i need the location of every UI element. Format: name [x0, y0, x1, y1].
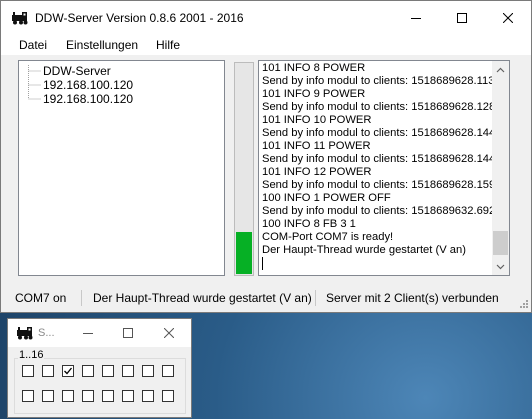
- maximize-icon: [457, 13, 467, 23]
- minimize-icon: [411, 18, 421, 19]
- server-tree[interactable]: DDW-Server 192.168.100.120 192.168.100.1…: [18, 60, 225, 276]
- menu-hilfe[interactable]: Hilfe: [156, 38, 180, 52]
- log-scrollbar[interactable]: [492, 61, 509, 275]
- feedback-checkbox-8[interactable]: [162, 365, 174, 377]
- scroll-down-button[interactable]: [492, 258, 509, 275]
- scroll-up-button[interactable]: [492, 61, 509, 78]
- menu-einstellungen[interactable]: Einstellungen: [66, 38, 138, 52]
- minimize-button[interactable]: [393, 1, 439, 35]
- title-bar[interactable]: DDW-Server Version 0.8.6 2001 - 2016: [1, 1, 531, 35]
- log-line: 100 INFO 8 FB 3 1: [262, 218, 356, 230]
- locomotive-icon: [17, 327, 33, 340]
- text-caret-row: [262, 257, 492, 270]
- log-line: 101 INFO 10 POWER: [262, 114, 372, 126]
- log-textarea[interactable]: 101 INFO 8 POWER Send by info modul to cl…: [258, 60, 510, 276]
- feedback-title-bar[interactable]: S...: [8, 319, 191, 347]
- log-line: Send by info modul to clients: 151868962…: [262, 101, 496, 113]
- log-line: Der Haupt-Thread wurde gestartet (V an): [262, 244, 466, 256]
- log-line: 101 INFO 12 POWER: [262, 166, 372, 178]
- feedback-checkbox-1[interactable]: [22, 365, 34, 377]
- window-title: DDW-Server Version 0.8.6 2001 - 2016: [35, 11, 244, 25]
- feedback-minimize-button[interactable]: [68, 319, 108, 347]
- feedback-checkbox-12[interactable]: [82, 390, 94, 402]
- feedback-group: [14, 358, 186, 414]
- tree-client-2[interactable]: 192.168.100.120: [43, 92, 133, 106]
- activity-progress-bar: [234, 62, 254, 276]
- log-line: Send by info modul to clients: 151868963…: [262, 205, 496, 217]
- status-bar: COM7 on Der Haupt-Thread wurde gestartet…: [1, 287, 531, 311]
- main-window: DDW-Server Version 0.8.6 2001 - 2016 Dat…: [0, 0, 532, 313]
- resize-grip-icon[interactable]: [519, 299, 529, 309]
- minimize-icon: [83, 333, 93, 334]
- log-lines: 101 INFO 8 POWER Send by info modul to cl…: [262, 62, 496, 270]
- locomotive-icon: [12, 12, 28, 25]
- feedback-window: S... 1..16: [7, 318, 192, 418]
- scroll-thumb[interactable]: [493, 231, 508, 255]
- close-icon: [164, 328, 174, 338]
- feedback-checkbox-2[interactable]: [42, 365, 54, 377]
- feedback-window-title: S...: [38, 327, 55, 339]
- text-caret: [262, 257, 263, 270]
- feedback-checkbox-3[interactable]: [62, 365, 74, 377]
- feedback-checkbox-16[interactable]: [162, 390, 174, 402]
- close-icon: [503, 13, 513, 23]
- menu-bar: Datei Einstellungen Hilfe: [1, 35, 531, 55]
- status-separator: [81, 290, 82, 306]
- status-clients: Server mit 2 Client(s) verbunden: [326, 291, 499, 305]
- feedback-checkbox-5[interactable]: [102, 365, 114, 377]
- log-line: 101 INFO 8 POWER: [262, 62, 366, 74]
- log-line: COM-Port COM7 is ready!: [262, 231, 394, 243]
- chevron-up-icon: [496, 67, 505, 72]
- tree-root-ddw-server[interactable]: DDW-Server: [43, 64, 111, 78]
- feedback-maximize-button[interactable]: [108, 319, 148, 347]
- tree-client-1[interactable]: 192.168.100.120: [43, 78, 133, 92]
- feedback-checkbox-9[interactable]: [22, 390, 34, 402]
- checkmark-icon: [64, 367, 73, 375]
- log-line: 101 INFO 11 POWER: [262, 140, 371, 152]
- log-line: Send by info modul to clients: 151868962…: [262, 179, 496, 191]
- log-line: Send by info modul to clients: 151868962…: [262, 127, 496, 139]
- log-line: Send by info modul to clients: 151868962…: [262, 153, 496, 165]
- menu-datei[interactable]: Datei: [19, 38, 47, 52]
- feedback-checkbox-6[interactable]: [122, 365, 134, 377]
- feedback-checkbox-14[interactable]: [122, 390, 134, 402]
- chevron-down-icon: [496, 264, 505, 269]
- feedback-close-button[interactable]: [148, 319, 190, 347]
- status-port: COM7 on: [15, 291, 67, 305]
- close-button[interactable]: [485, 1, 531, 35]
- feedback-checkbox-15[interactable]: [142, 390, 154, 402]
- log-line: 100 INFO 1 POWER OFF: [262, 192, 391, 204]
- status-separator: [315, 290, 316, 306]
- feedback-group-label: 1..16: [18, 349, 45, 361]
- feedback-checkbox-13[interactable]: [102, 390, 114, 402]
- feedback-checkbox-7[interactable]: [142, 365, 154, 377]
- maximize-button[interactable]: [439, 1, 485, 35]
- feedback-checkbox-11[interactable]: [62, 390, 74, 402]
- feedback-checkbox-4[interactable]: [82, 365, 94, 377]
- log-line: 101 INFO 9 POWER: [262, 88, 366, 100]
- feedback-checkbox-10[interactable]: [42, 390, 54, 402]
- log-line: Send by info modul to clients: 151868962…: [262, 75, 495, 87]
- progress-fill: [236, 231, 252, 274]
- status-thread: Der Haupt-Thread wurde gestartet (V an): [93, 291, 312, 305]
- maximize-icon: [123, 328, 133, 338]
